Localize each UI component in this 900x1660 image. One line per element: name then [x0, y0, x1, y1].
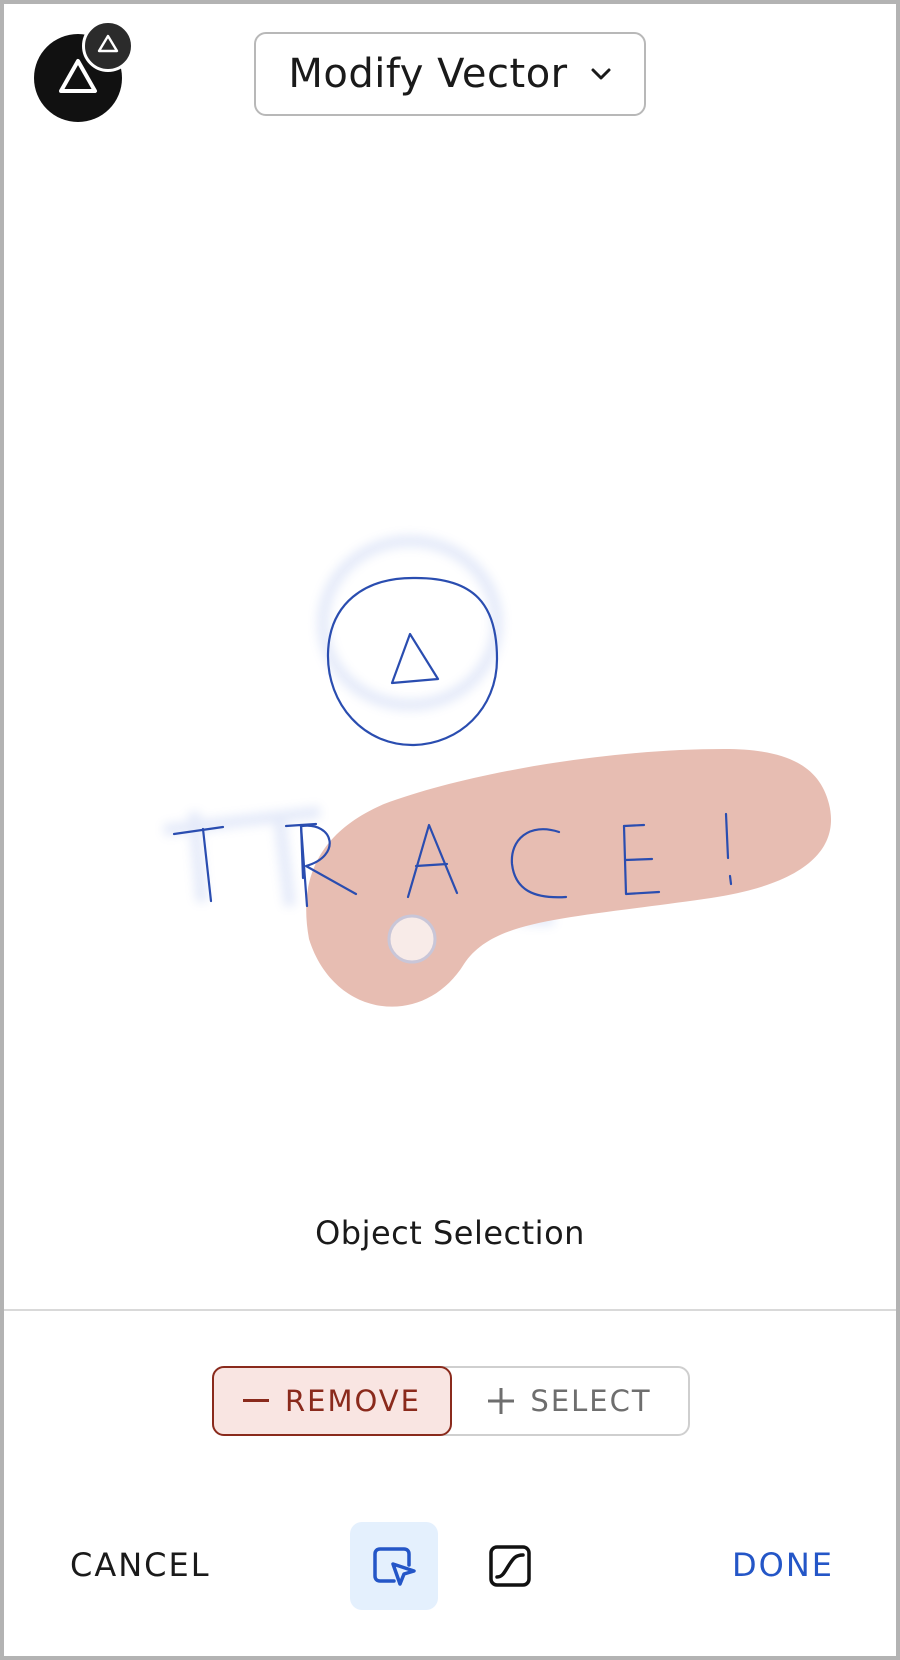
app-badge[interactable]: [34, 20, 140, 126]
object-selection-tool[interactable]: [350, 1522, 438, 1610]
path-selection-icon: [489, 1545, 531, 1587]
minus-icon: [243, 1399, 269, 1402]
tool-caption: Object Selection: [315, 1214, 585, 1252]
select-label: SELECT: [530, 1384, 652, 1418]
app-frame: Modify Vector Object Selection REMOVE SE…: [4, 4, 896, 1656]
mask-mode-toggle: REMOVE SELECT: [212, 1366, 690, 1436]
mode-dropdown[interactable]: Modify Vector: [254, 32, 646, 116]
object-selection-icon: [373, 1547, 416, 1586]
triangle-small-icon: [97, 34, 119, 53]
mode-label: Modify Vector: [288, 51, 568, 97]
done-button[interactable]: DONE: [732, 1546, 834, 1584]
drawing-canvas[interactable]: [4, 144, 896, 1144]
remove-label: REMOVE: [285, 1384, 421, 1418]
cancel-button[interactable]: CANCEL: [70, 1546, 211, 1584]
plus-icon: [488, 1388, 515, 1414]
remove-button[interactable]: REMOVE: [212, 1366, 452, 1436]
path-selection-tool[interactable]: [466, 1522, 554, 1610]
select-button[interactable]: SELECT: [452, 1368, 688, 1434]
divider: [4, 1309, 896, 1311]
chevron-down-icon: [591, 68, 611, 80]
